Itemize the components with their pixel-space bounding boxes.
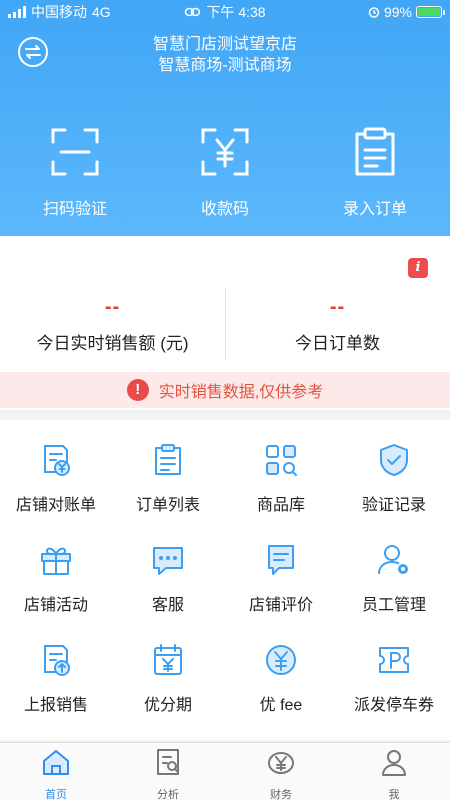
order-count-label: 今日订单数 <box>295 334 380 353</box>
mall-name: 智慧商场-测试商场 <box>158 57 292 74</box>
realtime-sales-label: 今日实时销售额 (元) <box>36 334 189 353</box>
clock: 下午 4:38 <box>206 4 266 20</box>
gift-icon <box>41 547 71 575</box>
quick-action-label: 收款码 <box>200 201 249 218</box>
enter-order-button[interactable]: 录入订单 <box>320 126 430 219</box>
installment-icon <box>154 644 182 675</box>
finance-icon <box>268 752 294 774</box>
battery-percent: 99% <box>383 4 412 20</box>
chat-icon <box>153 547 183 575</box>
tab-label: 财务 <box>270 789 292 800</box>
warning-icon: ! <box>126 379 149 401</box>
status-bar: 中国移动 4G 下午 4:38 99% <box>0 0 450 24</box>
feature-label: 店铺对账单 <box>15 497 96 514</box>
feature-label: 优 fee <box>259 697 303 714</box>
review-icon <box>268 545 294 575</box>
header: 中国移动 4G 下午 4:38 99% 智慧门店测试望京店 智慧商场-测试商场 … <box>0 0 450 236</box>
realtime-sales-value: -- <box>104 296 121 318</box>
product-library-icon <box>266 445 297 476</box>
notice-text: 实时销售数据,仅供参考 <box>158 384 324 401</box>
link-icon <box>184 7 201 17</box>
feature-label: 订单列表 <box>135 497 200 514</box>
parking-ticket-icon <box>379 647 409 673</box>
tab-finance[interactable]: 财务 <box>225 747 337 800</box>
profile-icon <box>382 750 406 776</box>
store-review-button[interactable]: 店铺评价 <box>225 520 337 620</box>
feature-label: 店铺活动 <box>23 597 88 614</box>
order-count: -- 今日订单数 <box>225 296 450 354</box>
notice-bar: ! 实时销售数据,仅供参考 <box>0 372 450 408</box>
order-list-icon <box>155 444 181 475</box>
feature-label: 上报销售 <box>23 697 88 714</box>
store-activity-button[interactable]: 店铺活动 <box>0 520 112 620</box>
quick-action-label: 扫码验证 <box>42 201 107 218</box>
home-icon <box>43 750 69 775</box>
clipboard-icon <box>355 127 395 176</box>
report-sales-button[interactable]: 上报销售 <box>0 620 112 720</box>
staff-management-button[interactable]: 员工管理 <box>338 520 450 620</box>
tab-profile[interactable]: 我 <box>338 747 450 800</box>
order-count-value: -- <box>329 296 346 318</box>
quick-action-label: 录入订单 <box>342 201 407 218</box>
tab-bar: 首页 分析 财务 我 <box>0 742 450 800</box>
signal-icon <box>8 6 26 18</box>
feature-label: 派发停车券 <box>353 697 434 714</box>
order-list-button[interactable]: 订单列表 <box>112 420 224 520</box>
feature-label: 商品库 <box>256 497 305 514</box>
carrier: 中国移动 <box>31 4 87 20</box>
parking-ticket-button[interactable]: 派发停车券 <box>338 620 450 720</box>
feature-label: 客服 <box>151 597 184 614</box>
verify-records-button[interactable]: 验证记录 <box>338 420 450 520</box>
tab-label: 分析 <box>157 789 179 800</box>
tab-label: 首页 <box>45 789 67 800</box>
network-type: 4G <box>92 4 111 20</box>
statement-button[interactable]: 店铺对账单 <box>0 420 112 520</box>
upload-sales-icon <box>44 645 70 676</box>
realtime-sales: -- 今日实时销售额 (元) <box>0 296 225 354</box>
feature-label: 员工管理 <box>361 597 426 614</box>
shield-check-icon <box>380 444 408 476</box>
feature-label: 优分期 <box>143 697 192 714</box>
installment-button[interactable]: 优分期 <box>112 620 224 720</box>
staff-icon <box>378 545 408 575</box>
product-library-button[interactable]: 商品库 <box>225 420 337 520</box>
feature-grid: 店铺对账单 订单列表 商品库 验证记录 店铺活动 客服 店铺评价 员工管理 上报… <box>0 420 450 740</box>
feature-label: 店铺评价 <box>248 597 313 614</box>
customer-service-button[interactable]: 客服 <box>112 520 224 620</box>
feature-label: 验证记录 <box>361 497 426 514</box>
payment-code-button[interactable]: 收款码 <box>170 126 280 219</box>
battery-level <box>418 8 440 16</box>
sales-panel: i -- 今日实时销售额 (元) -- 今日订单数 ! 实时销售数据,仅供参考 <box>0 236 450 410</box>
statement-icon <box>44 445 70 476</box>
u-fee-button[interactable]: 优 fee <box>225 620 337 720</box>
scan-icon <box>51 128 99 176</box>
scan-verify-button[interactable]: 扫码验证 <box>20 126 130 219</box>
tab-label: 我 <box>388 789 400 800</box>
analysis-icon <box>157 749 179 775</box>
yuan-circle-icon <box>266 645 296 675</box>
battery-icon <box>416 6 445 18</box>
alarm-icon <box>368 7 380 18</box>
tab-home[interactable]: 首页 <box>0 747 112 800</box>
tab-analysis[interactable]: 分析 <box>112 747 224 800</box>
yuan-scan-icon <box>201 128 249 176</box>
info-icon[interactable]: i <box>408 258 428 278</box>
